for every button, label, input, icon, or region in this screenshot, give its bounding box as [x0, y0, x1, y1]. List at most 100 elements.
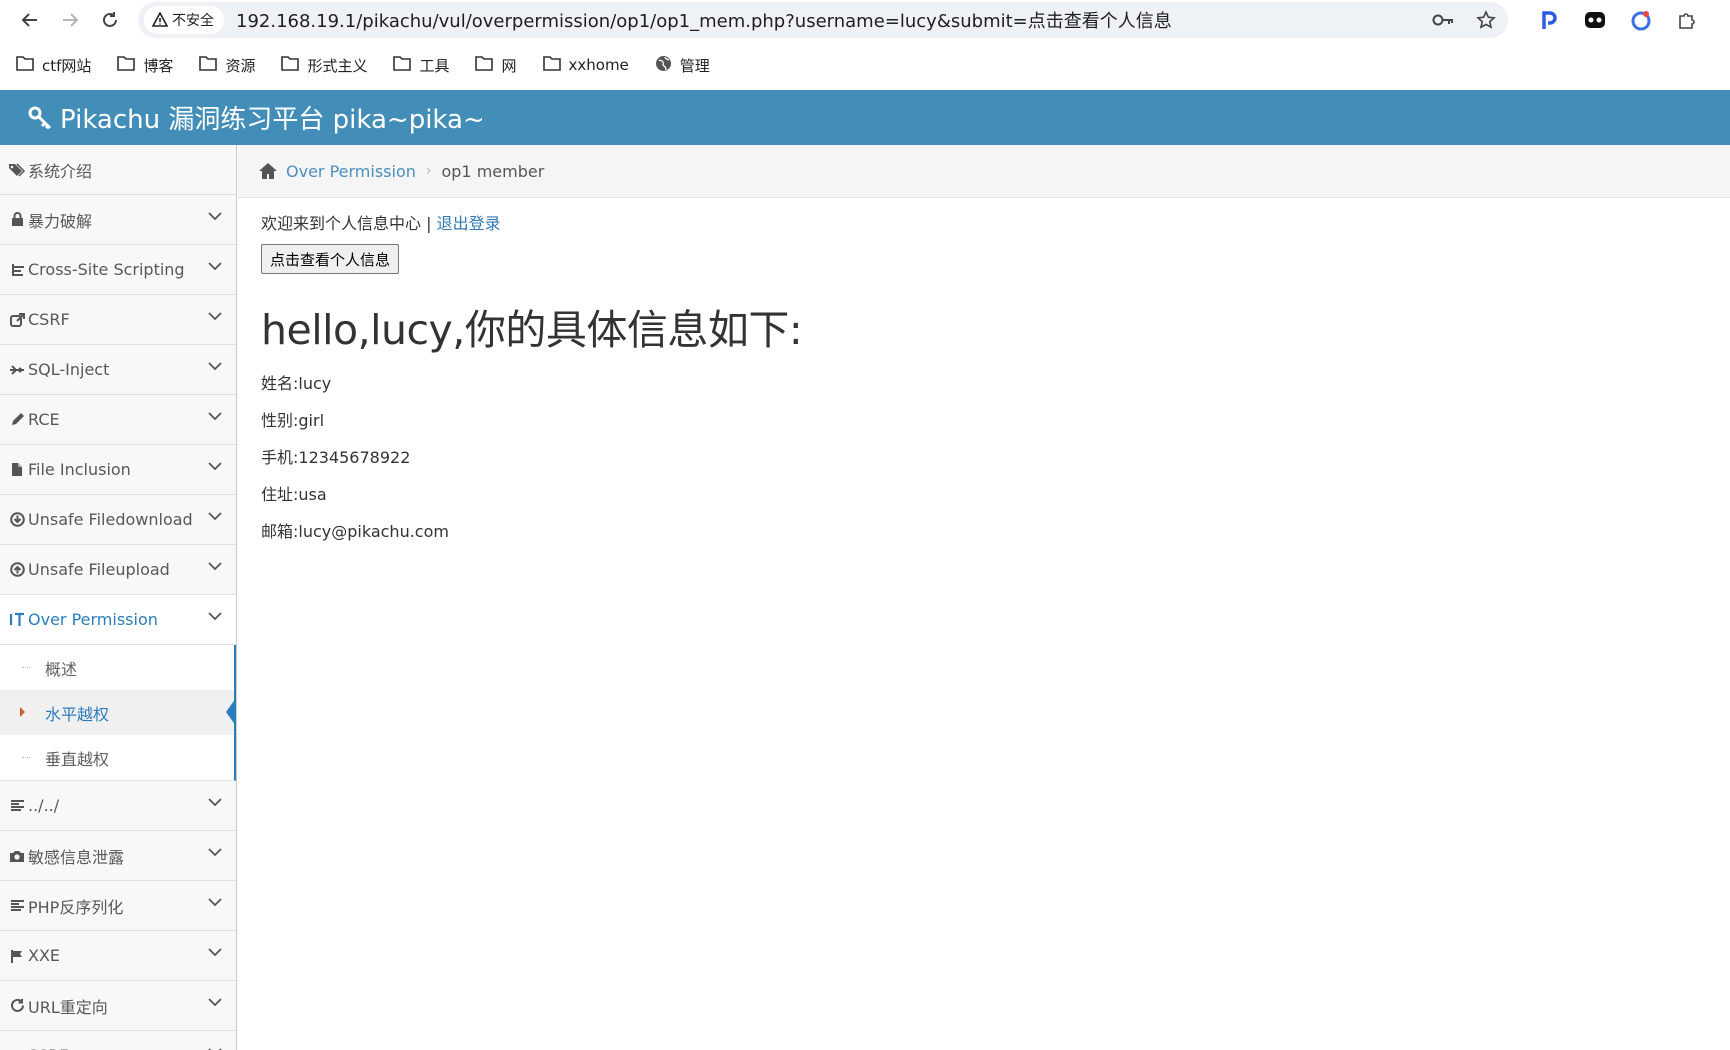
sidebar-item-label: CSRF: [28, 310, 70, 329]
bookmark-4[interactable]: 工具: [393, 55, 449, 76]
forward-button[interactable]: [50, 2, 90, 38]
app-header: Pikachu 漏洞练习平台 pika~pika~: [0, 90, 1730, 145]
fighter-jet-icon: [8, 364, 26, 376]
app-title[interactable]: Pikachu 漏洞练习平台 pika~pika~: [60, 99, 485, 136]
key-icon: [28, 106, 52, 129]
url-text[interactable]: 192.168.19.1/pikachu/vul/overpermission/…: [236, 7, 1432, 33]
file-icon: [8, 462, 26, 477]
chevron-down-icon[interactable]: [208, 848, 222, 857]
folder-icon: [117, 55, 136, 75]
sidebar-item-label: XXE: [28, 946, 61, 965]
dotted-line-icon: [22, 757, 30, 758]
bookmark-6[interactable]: xxhome: [542, 55, 629, 75]
logout-link[interactable]: 退出登录: [437, 214, 501, 233]
chevron-down-icon[interactable]: [208, 462, 222, 471]
sidebar-item-14[interactable]: URL重定向: [0, 981, 236, 1031]
folder-icon: [16, 55, 34, 75]
bookmark-label: 网: [501, 56, 517, 75]
sidebar-item-13[interactable]: XXE: [0, 931, 236, 981]
sidebar-item-5[interactable]: RCE: [0, 395, 236, 445]
sidebar-item-11[interactable]: 敏感信息泄露: [0, 831, 236, 881]
extensions-puzzle-icon[interactable]: [1676, 9, 1698, 31]
bookmark-2[interactable]: 资源: [199, 55, 255, 76]
chevron-down-icon[interactable]: [208, 362, 222, 371]
pencil-icon: [8, 412, 26, 427]
sidebar-item-1[interactable]: 暴力破解: [0, 195, 236, 245]
chevron-down-icon[interactable]: [208, 798, 222, 807]
text-height-icon: [8, 612, 26, 627]
submenu-item-0[interactable]: 概述: [0, 645, 234, 690]
camera-icon: [8, 849, 26, 863]
sidebar-item-label: Cross-Site Scripting: [28, 260, 185, 279]
sidebar-item-label: File Inclusion: [28, 460, 131, 479]
chevron-down-icon[interactable]: [208, 262, 222, 271]
submenu-item-1[interactable]: 水平越权: [0, 690, 236, 735]
bookmark-label: 形式主义: [307, 56, 368, 75]
back-button[interactable]: [10, 2, 50, 38]
sidebar-item-8[interactable]: Unsafe Fileupload: [0, 545, 236, 595]
bookmark-7[interactable]: 管理: [655, 55, 710, 76]
info-email: 邮箱:lucy@pikachu.com: [261, 522, 449, 541]
caret-right-icon: [20, 707, 25, 717]
submenu-label: 垂直越权: [45, 749, 110, 769]
sidebar-item-9[interactable]: Over Permission: [0, 595, 236, 645]
user-info-list: 姓名:lucy 性别:girl 手机:12345678922 住址:usa 邮箱…: [261, 370, 1730, 541]
sidebar-item-label: Over Permission: [28, 610, 158, 629]
bookmark-1[interactable]: 博客: [117, 55, 173, 76]
chevron-down-icon[interactable]: [208, 312, 222, 321]
align-left-icon: [8, 799, 26, 812]
chevron-down-icon[interactable]: [208, 412, 222, 421]
sidebar-item-7[interactable]: Unsafe Filedownload: [0, 495, 236, 545]
key-icon[interactable]: [1432, 13, 1454, 27]
extension-bird-icon[interactable]: [1630, 9, 1652, 31]
submenu-item-2[interactable]: 垂直越权: [0, 735, 234, 780]
reload-button[interactable]: [90, 2, 130, 38]
sidebar-item-0[interactable]: 系统介绍: [0, 145, 236, 195]
bookmark-5[interactable]: 网: [475, 55, 517, 76]
chevron-down-icon[interactable]: [208, 212, 222, 221]
folder-icon: [542, 55, 561, 75]
sidebar-item-4[interactable]: SQL-Inject: [0, 345, 236, 395]
over-permission-submenu: 概述水平越权垂直越权: [0, 645, 236, 781]
globe-icon: [655, 55, 672, 76]
security-chip[interactable]: 不安全: [144, 6, 224, 34]
home-icon[interactable]: [258, 162, 278, 180]
sidebar-item-3[interactable]: CSRF: [0, 295, 236, 345]
chevron-down-icon[interactable]: [208, 512, 222, 521]
bookmark-label: xxhome: [568, 56, 629, 74]
bookmark-3[interactable]: 形式主义: [281, 55, 367, 76]
arrow-left-icon: [21, 13, 37, 27]
sidebar-item-6[interactable]: File Inclusion: [0, 445, 236, 495]
extension-p-icon[interactable]: [1538, 9, 1560, 31]
chevron-down-icon[interactable]: [208, 948, 222, 957]
address-bar[interactable]: 不安全 192.168.19.1/pikachu/vul/overpermiss…: [138, 2, 1508, 38]
breadcrumb-over-permission[interactable]: Over Permission: [286, 162, 416, 181]
chevron-down-icon[interactable]: [208, 562, 222, 571]
sidebar-item-10[interactable]: ../../: [0, 781, 236, 831]
sidebar-item-label: RCE: [28, 410, 60, 429]
bookmark-label: 博客: [143, 56, 174, 75]
folder-icon: [281, 55, 300, 75]
sidebar-item-label: SQL-Inject: [28, 360, 110, 379]
reload-icon: [103, 12, 117, 27]
sidebar-item-15[interactable]: SSRF: [0, 1031, 236, 1050]
tags-icon: [8, 162, 26, 177]
bookmarks-bar: ctf网站 博客 资源 形式主义 工具 网 xxhome 管理: [0, 40, 1730, 90]
star-icon[interactable]: [1476, 10, 1496, 30]
chevron-down-icon[interactable]: [208, 998, 222, 1007]
chevron-down-icon[interactable]: [208, 612, 222, 621]
extension-mask-icon[interactable]: [1584, 9, 1606, 31]
security-label: 不安全: [172, 13, 214, 29]
bookmark-0[interactable]: ctf网站: [16, 55, 91, 76]
sidebar-item-12[interactable]: PHP反序列化: [0, 881, 236, 931]
bookmark-label: 资源: [225, 56, 256, 75]
chevron-down-icon[interactable]: [208, 898, 222, 907]
folder-icon: [393, 55, 412, 75]
submenu-label: 水平越权: [45, 704, 110, 724]
bookmark-label: 管理: [679, 56, 710, 75]
view-info-button[interactable]: 点击查看个人信息: [261, 244, 400, 274]
sidebar-item-2[interactable]: Cross-Site Scripting: [0, 245, 236, 295]
bookmark-label: ctf网站: [42, 56, 92, 75]
download-icon: [8, 512, 26, 527]
warning-icon: [152, 12, 168, 27]
